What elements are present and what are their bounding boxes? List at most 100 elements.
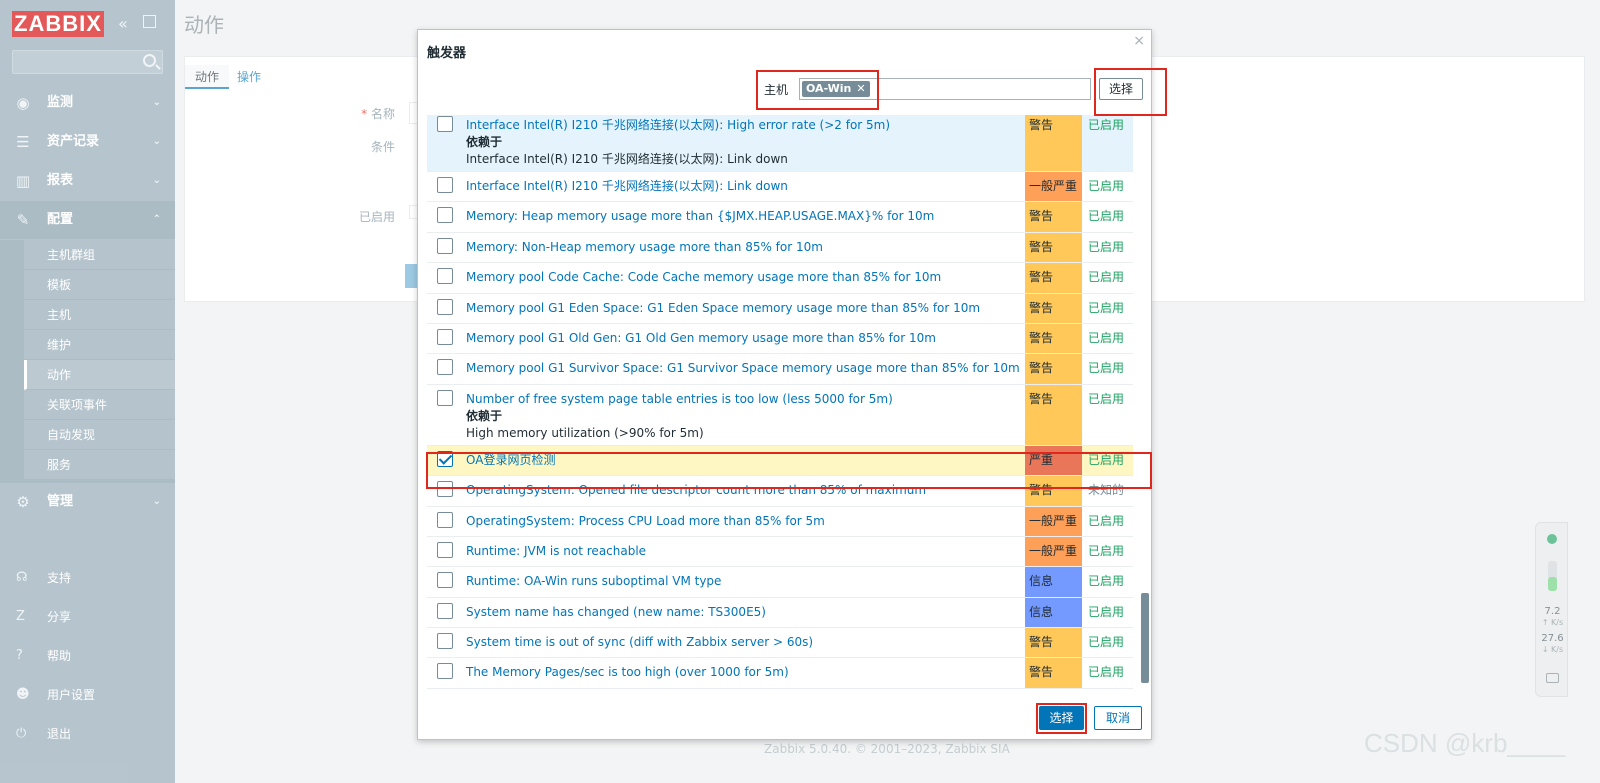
trigger-name-link[interactable]: Memory: Non-Heap memory usage more than … xyxy=(466,239,1026,256)
trigger-name-link[interactable]: Runtime: OA-Win runs suboptimal VM type xyxy=(466,573,1026,590)
footer-share[interactable]: Z 分享 xyxy=(0,600,175,634)
trigger-checkbox[interactable] xyxy=(437,450,453,467)
wrench-icon: ✎ xyxy=(16,211,30,229)
footer-help[interactable]: ? 帮助 xyxy=(0,639,175,673)
headset-icon: ☊ xyxy=(16,570,28,585)
trigger-row[interactable]: Memory pool G1 Eden Space: G1 Eden Space… xyxy=(427,293,1133,324)
submenu-hosts[interactable]: 主机 xyxy=(24,300,175,330)
select-button[interactable]: 选择 xyxy=(1039,706,1084,730)
trigger-row[interactable]: OperatingSystem: Process CPU Load more t… xyxy=(427,506,1133,537)
submenu-services[interactable]: 服务 xyxy=(24,450,175,480)
footer-support[interactable]: ☊ 支持 xyxy=(0,561,175,595)
upload-unit: ↑ K/s xyxy=(1541,618,1564,627)
trigger-name-link[interactable]: Memory: Heap memory usage more than {$JM… xyxy=(466,208,1026,225)
menu-configuration[interactable]: ✎ 配置 ⌃ xyxy=(0,201,175,239)
submenu-discovery[interactable]: 自动发现 xyxy=(24,420,175,450)
submenu-templates[interactable]: 模板 xyxy=(24,270,175,300)
trigger-name-link[interactable]: OperatingSystem: Opened file descriptor … xyxy=(466,482,1026,499)
trigger-row[interactable]: OperatingSystem: Opened file descriptor … xyxy=(427,476,1133,507)
severity-cell: 一般严重 xyxy=(1025,536,1082,567)
trigger-name-link[interactable]: Interface Intel(R) I210 千兆网络连接(以太网): Hig… xyxy=(466,117,1026,134)
trigger-checkbox[interactable] xyxy=(437,663,453,680)
trigger-row[interactable]: Memory pool Code Cache: Code Cache memor… xyxy=(427,263,1133,294)
trigger-checkbox[interactable] xyxy=(437,268,453,285)
trigger-checkbox[interactable] xyxy=(437,359,453,376)
trigger-row[interactable]: Interface Intel(R) I210 千兆网络连接(以太网): Lin… xyxy=(427,172,1133,203)
trigger-name-block: Runtime: OA-Win runs suboptimal VM type xyxy=(466,573,1026,590)
trigger-name-block: Number of free system page table entries… xyxy=(466,391,1026,442)
menu-inventory[interactable]: ☰ 资产记录 ⌄ xyxy=(0,123,175,161)
host-multiselect-input[interactable]: OA-Win ✕ xyxy=(799,78,1091,100)
submenu-maintenance[interactable]: 维护 xyxy=(24,330,175,360)
trigger-name-link[interactable]: Memory pool G1 Eden Space: G1 Eden Space… xyxy=(466,300,1026,317)
menu-reports[interactable]: ▥ 报表 ⌄ xyxy=(0,162,175,200)
host-select-button[interactable]: 选择 xyxy=(1099,78,1143,100)
trigger-checkbox[interactable] xyxy=(437,511,453,528)
trigger-row[interactable]: System name has changed (new name: TS300… xyxy=(427,597,1133,629)
cancel-button[interactable]: 取消 xyxy=(1094,706,1142,730)
trigger-checkbox[interactable] xyxy=(437,207,453,224)
trigger-checkbox[interactable] xyxy=(437,481,453,498)
trigger-row[interactable]: OA登录网页检测 严重 已启用 xyxy=(427,445,1133,477)
status-label: 已启用 xyxy=(1088,574,1125,589)
tab-action[interactable]: 动作 xyxy=(185,65,230,89)
trigger-checkbox[interactable] xyxy=(437,541,453,558)
sidebar-search-input[interactable] xyxy=(12,50,163,74)
trigger-checkbox[interactable] xyxy=(437,237,453,254)
status-label: 已启用 xyxy=(1088,391,1125,406)
zabbix-logo[interactable]: ZABBIX xyxy=(12,11,104,37)
close-icon[interactable]: × xyxy=(1133,33,1145,49)
menu-administration[interactable]: ⚙ 管理 ⌄ xyxy=(0,483,175,521)
trigger-name-link[interactable]: System time is out of sync (diff with Za… xyxy=(466,634,1026,651)
status-label: 已启用 xyxy=(1088,239,1125,254)
trigger-name-link[interactable]: OA登录网页检测 xyxy=(466,452,1026,469)
camera-icon[interactable] xyxy=(1546,673,1559,683)
status-label: 已启用 xyxy=(1088,361,1125,376)
trigger-checkbox[interactable] xyxy=(437,602,453,619)
trigger-name-link[interactable]: The Memory Pages/sec is too high (over 1… xyxy=(466,664,1026,681)
footer-user-settings[interactable]: ☻ 用户设置 xyxy=(0,678,175,712)
trigger-row[interactable]: System time is out of sync (diff with Za… xyxy=(427,628,1133,659)
severity-cell: 警告 xyxy=(1025,384,1082,445)
trigger-row[interactable]: Memory: Heap memory usage more than {$JM… xyxy=(427,202,1133,233)
trigger-name-link[interactable]: Memory pool Code Cache: Code Cache memor… xyxy=(466,269,1026,286)
kiosk-mode-icon[interactable] xyxy=(143,15,156,28)
menu-label: 报表 xyxy=(47,173,74,188)
trigger-name-link[interactable]: Memory pool G1 Survivor Space: G1 Surviv… xyxy=(466,360,1026,377)
trigger-name-link[interactable]: Memory pool G1 Old Gen: G1 Old Gen memor… xyxy=(466,330,1026,347)
tab-operations[interactable]: 操作 xyxy=(227,65,271,89)
trigger-name-link[interactable]: OperatingSystem: Process CPU Load more t… xyxy=(466,513,1026,530)
trigger-name-link[interactable]: Number of free system page table entries… xyxy=(466,391,1026,408)
trigger-name-link[interactable]: System name has changed (new name: TS300… xyxy=(466,604,1026,621)
status-label: 已启用 xyxy=(1088,452,1125,467)
trigger-row[interactable]: Memory pool G1 Survivor Space: G1 Surviv… xyxy=(427,354,1133,385)
search-icon[interactable] xyxy=(143,54,156,67)
trigger-checkbox[interactable] xyxy=(437,328,453,345)
severity-cell: 警告 xyxy=(1025,293,1082,323)
submenu-actions[interactable]: 动作 xyxy=(24,360,175,390)
trigger-row[interactable]: The Memory Pages/sec is too high (over 1… xyxy=(427,658,1133,689)
menu-monitoring[interactable]: ◉ 监测 ⌄ xyxy=(0,84,175,122)
trigger-row[interactable]: Memory: Non-Heap memory usage more than … xyxy=(427,232,1133,264)
trigger-name-link[interactable]: Runtime: JVM is not reachable xyxy=(466,543,1026,560)
trigger-checkbox[interactable] xyxy=(437,177,453,193)
trigger-row[interactable]: Memory pool G1 Old Gen: G1 Old Gen memor… xyxy=(427,323,1133,355)
trigger-checkbox[interactable] xyxy=(437,633,453,650)
trigger-row[interactable]: Interface Intel(R) I210 千兆网络连接(以太网): Hig… xyxy=(427,115,1133,172)
trigger-checkbox[interactable] xyxy=(437,572,453,589)
trigger-row[interactable]: Number of free system page table entries… xyxy=(427,384,1133,446)
footer-label: 分享 xyxy=(47,610,72,624)
trigger-row[interactable]: Runtime: JVM is not reachable 一般严重 已启用 xyxy=(427,536,1133,568)
trigger-checkbox[interactable] xyxy=(437,116,453,132)
collapse-sidebar-icon[interactable]: « xyxy=(118,14,128,33)
menu-label: 配置 xyxy=(47,212,74,227)
trigger-checkbox[interactable] xyxy=(437,389,453,406)
trigger-row[interactable]: Runtime: OA-Win runs suboptimal VM type 信… xyxy=(427,567,1133,598)
trigger-name-link[interactable]: Interface Intel(R) I210 千兆网络连接(以太网): Lin… xyxy=(466,178,1026,195)
scrollbar-thumb[interactable] xyxy=(1141,593,1149,683)
remove-chip-icon[interactable]: ✕ xyxy=(856,82,865,95)
submenu-host-groups[interactable]: 主机群组 xyxy=(24,240,175,270)
trigger-checkbox[interactable] xyxy=(437,298,453,315)
submenu-event-correlation[interactable]: 关联项事件 xyxy=(24,390,175,420)
footer-sign-out[interactable]: ⏻ 退出 xyxy=(0,717,175,751)
